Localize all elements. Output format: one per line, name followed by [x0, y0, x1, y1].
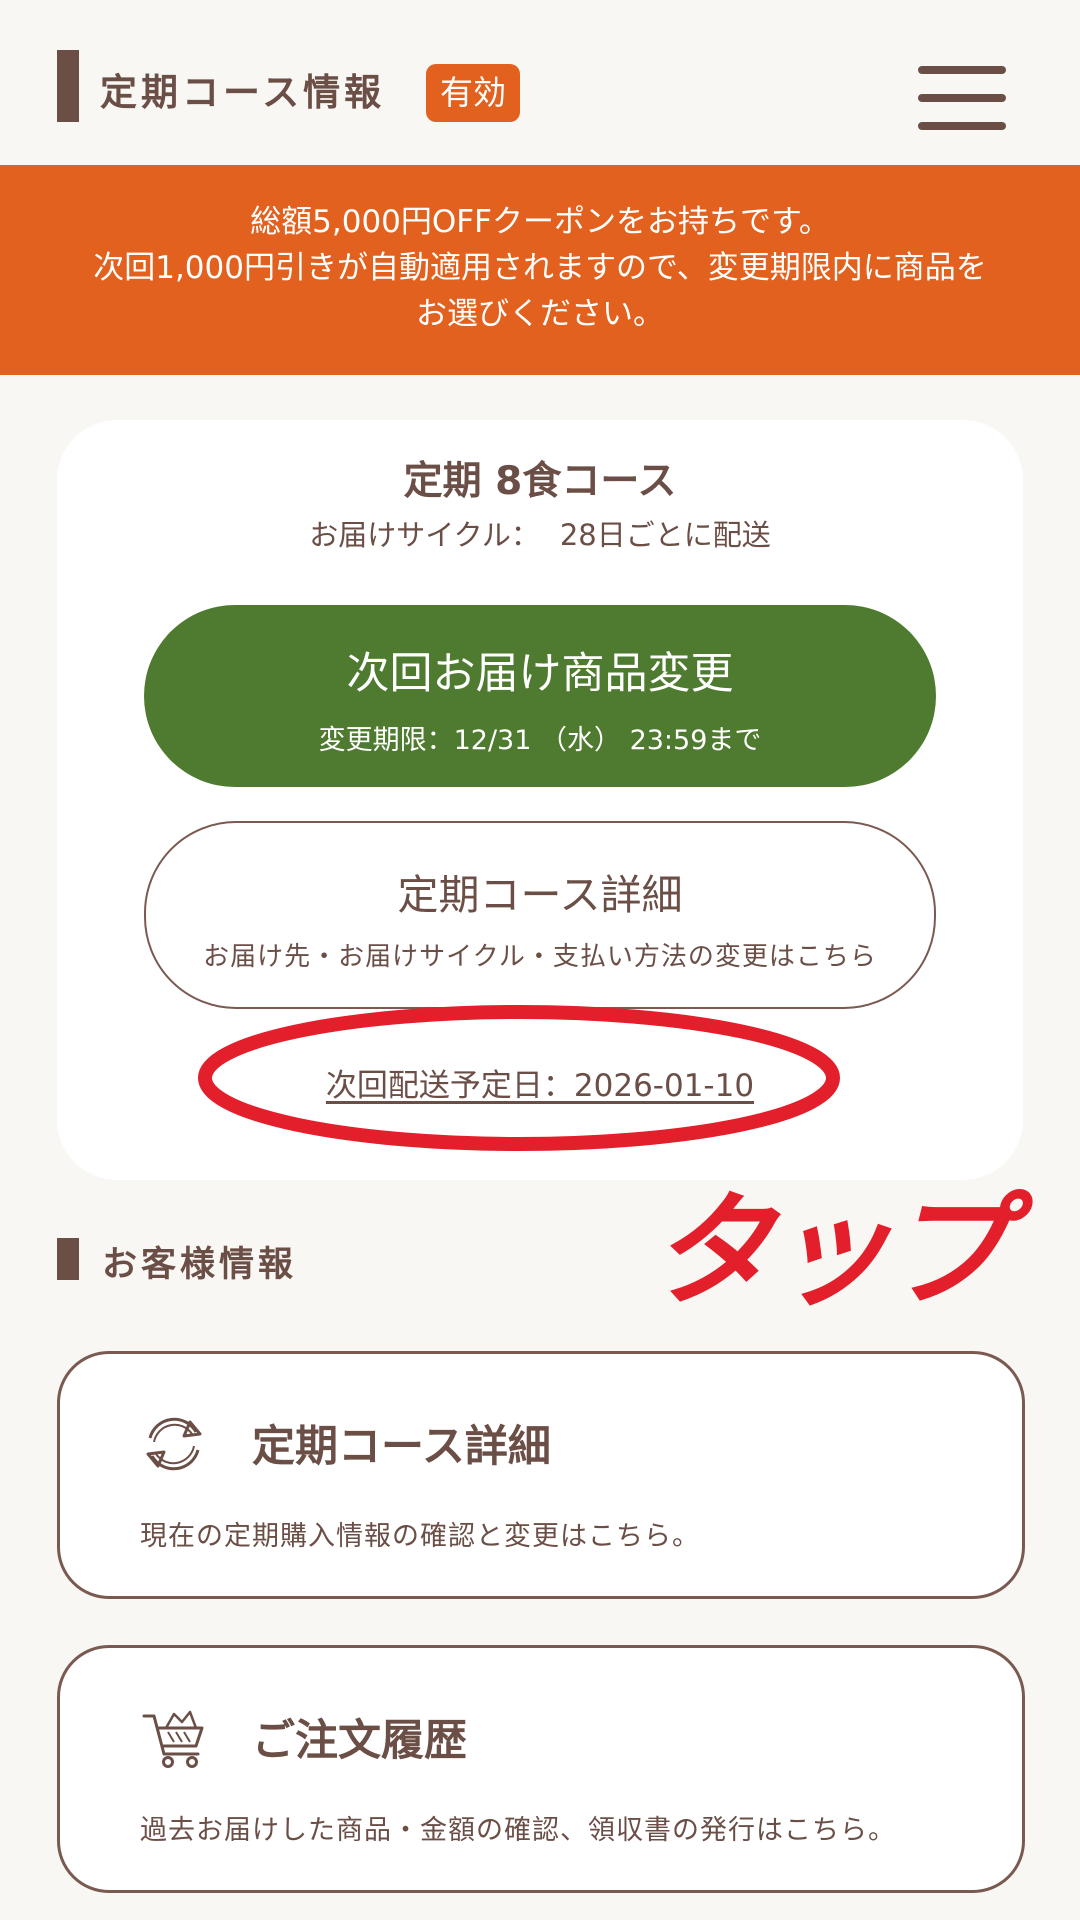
- cycle-value: 28日ごとに配送: [559, 518, 771, 552]
- course-detail-button[interactable]: 定期コース詳細 お届け先・お届けサイクル・支払い方法の変更はこちら: [144, 821, 936, 1009]
- section-accent-bar: [57, 1238, 79, 1280]
- order-history-card-desc: 過去お届けした商品・金額の確認、領収書の発行はこちら。: [140, 1815, 896, 1846]
- change-deadline: 変更期限：12/31 （水） 23:59まで: [318, 725, 762, 756]
- customer-info-heading: お客様情報: [102, 1245, 298, 1285]
- course-title: 定期 8食コース: [403, 459, 677, 504]
- shopping-cart-icon: [142, 1710, 204, 1768]
- cycle-label: お届けサイクル：: [309, 518, 540, 552]
- course-card: 定期 8食コース お届けサイクル： 28日ごとに配送 次回お届け商品変更 変更期限…: [57, 420, 1023, 1180]
- course-detail-sub: お届け先・お届けサイクル・支払い方法の変更はこちら: [203, 942, 877, 972]
- page-title: 定期コース情報: [100, 71, 386, 114]
- header: 定期コース情報 有効: [0, 0, 1080, 165]
- banner-line-3: お選びください。: [416, 296, 664, 332]
- order-history-card[interactable]: ご注文履歴 過去お届けした商品・金額の確認、領収書の発行はこちら。: [57, 1645, 1025, 1893]
- status-badge: 有効: [426, 64, 520, 122]
- delivery-cycle: お届けサイクル： 28日ごとに配送: [57, 512, 1023, 554]
- banner-line-2: 次回1,000円引きが自動適用されますので、変更期限内に商品を: [93, 250, 987, 286]
- course-detail-card[interactable]: 定期コース詳細 現在の定期購入情報の確認と変更はこちら。: [57, 1351, 1025, 1599]
- coupon-banner: 総額5,000円OFFクーポンをお持ちです。 次回1,000円引きが自動適用され…: [0, 165, 1080, 375]
- refresh-cycle-icon: [146, 1417, 202, 1471]
- course-detail-card-title: 定期コース詳細: [252, 1422, 551, 1472]
- next-delivery-date-link[interactable]: 次回配送予定日：2026-01-10: [57, 1060, 1023, 1105]
- change-next-delivery-button[interactable]: 次回お届け商品変更 変更期限：12/31 （水） 23:59まで: [144, 605, 936, 787]
- course-detail-card-desc: 現在の定期購入情報の確認と変更はこちら。: [140, 1521, 700, 1552]
- order-history-card-title: ご注文履歴: [252, 1716, 467, 1766]
- tap-annotation: タップ: [650, 1180, 1010, 1324]
- banner-line-1: 総額5,000円OFFクーポンをお持ちです。: [250, 204, 830, 240]
- title-accent-bar: [57, 50, 79, 122]
- change-button-label: 次回お届け商品変更: [346, 649, 734, 699]
- course-detail-label: 定期コース詳細: [397, 871, 683, 919]
- hamburger-menu-icon[interactable]: [918, 62, 1006, 134]
